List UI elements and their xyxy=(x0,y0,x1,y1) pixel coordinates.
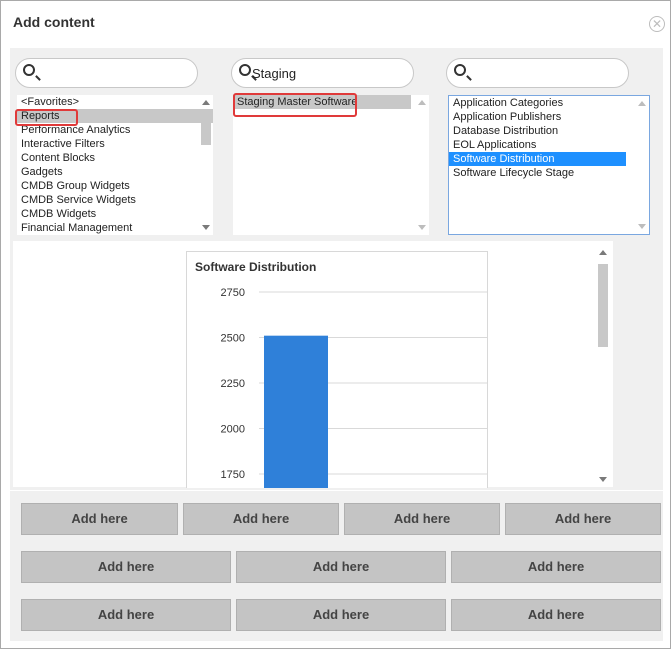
add-content-dialog: Add content ✕ <Favorites> Reports Perfor… xyxy=(0,0,671,649)
category-search-field[interactable] xyxy=(15,58,198,88)
add-here-dropzone[interactable]: Add here xyxy=(21,551,231,583)
list-item[interactable]: EOL Applications xyxy=(449,138,649,152)
widget-list-scrollbar[interactable] xyxy=(635,96,649,234)
list-item[interactable]: <Favorites> xyxy=(17,95,213,109)
list-item[interactable]: Content Blocks xyxy=(17,151,213,165)
list-item[interactable]: Application Categories xyxy=(449,96,649,110)
list-item[interactable]: CMDB Widgets xyxy=(17,207,213,221)
scroll-down-icon[interactable] xyxy=(418,225,426,230)
dialog-title: Add content xyxy=(13,14,95,30)
list-item[interactable]: Interactive Filters xyxy=(17,137,213,151)
scroll-down-icon[interactable] xyxy=(638,224,646,229)
type-search-field[interactable] xyxy=(231,58,414,88)
list-item[interactable]: CMDB Group Widgets xyxy=(17,179,213,193)
y-tick-label: 1750 xyxy=(221,469,245,481)
widget-search-field[interactable] xyxy=(446,58,629,88)
add-here-dropzone[interactable]: Add here xyxy=(236,599,446,631)
list-item[interactable]: Gadgets xyxy=(17,165,213,179)
scrollbar-thumb[interactable] xyxy=(201,112,211,145)
add-here-dropzone[interactable]: Add here xyxy=(183,503,339,535)
y-tick-label: 2750 xyxy=(221,287,245,299)
y-tick-label: 2000 xyxy=(221,424,245,436)
add-here-dropzone[interactable]: Add here xyxy=(236,551,446,583)
type-search-input[interactable] xyxy=(252,62,402,84)
scroll-up-icon[interactable] xyxy=(638,101,646,106)
add-here-dropzone[interactable]: Add here xyxy=(21,503,178,535)
add-here-dropzone[interactable]: Add here xyxy=(451,599,661,631)
scroll-down-icon[interactable] xyxy=(599,477,607,482)
search-icon xyxy=(454,64,466,76)
add-here-dropzone[interactable]: Add here xyxy=(505,503,661,535)
search-icon xyxy=(239,64,251,76)
preview-scrollbar[interactable] xyxy=(596,245,610,487)
category-list-scrollbar[interactable] xyxy=(199,95,213,235)
type-list-scrollbar[interactable] xyxy=(415,95,429,235)
y-tick-label: 2250 xyxy=(221,378,245,390)
scroll-up-icon[interactable] xyxy=(202,100,210,105)
search-icon xyxy=(23,64,35,76)
list-item[interactable]: CMDB Service Widgets xyxy=(17,193,213,207)
scroll-down-icon[interactable] xyxy=(202,225,210,230)
category-search-input[interactable] xyxy=(36,62,186,84)
close-icon[interactable]: ✕ xyxy=(649,16,665,32)
list-item[interactable]: Database Distribution xyxy=(449,124,649,138)
bar-chart: 2750 2500 2250 2000 1750 xyxy=(221,287,487,488)
list-item[interactable]: Software Distribution xyxy=(449,152,626,166)
widget-search-input[interactable] xyxy=(467,62,617,84)
chart-card: Software Distribution 2750 2500 2250 2000 17… xyxy=(186,251,488,488)
y-tick-label: 2500 xyxy=(221,333,245,345)
scroll-up-icon[interactable] xyxy=(418,100,426,105)
list-item[interactable]: Financial Management xyxy=(17,221,213,235)
list-item[interactable]: Application Publishers xyxy=(449,110,649,124)
add-here-dropzone[interactable]: Add here xyxy=(451,551,661,583)
add-here-dropzone[interactable]: Add here xyxy=(344,503,500,535)
chart-bar xyxy=(264,335,328,488)
highlight-box xyxy=(233,93,357,117)
scrollbar-thumb[interactable] xyxy=(598,264,608,347)
widget-list[interactable]: Application Categories Application Publi… xyxy=(448,95,650,235)
highlight-box xyxy=(15,109,78,126)
scroll-up-icon[interactable] xyxy=(599,250,607,255)
add-here-dropzone[interactable]: Add here xyxy=(21,599,231,631)
list-item[interactable]: Software Lifecycle Stage xyxy=(449,166,649,180)
